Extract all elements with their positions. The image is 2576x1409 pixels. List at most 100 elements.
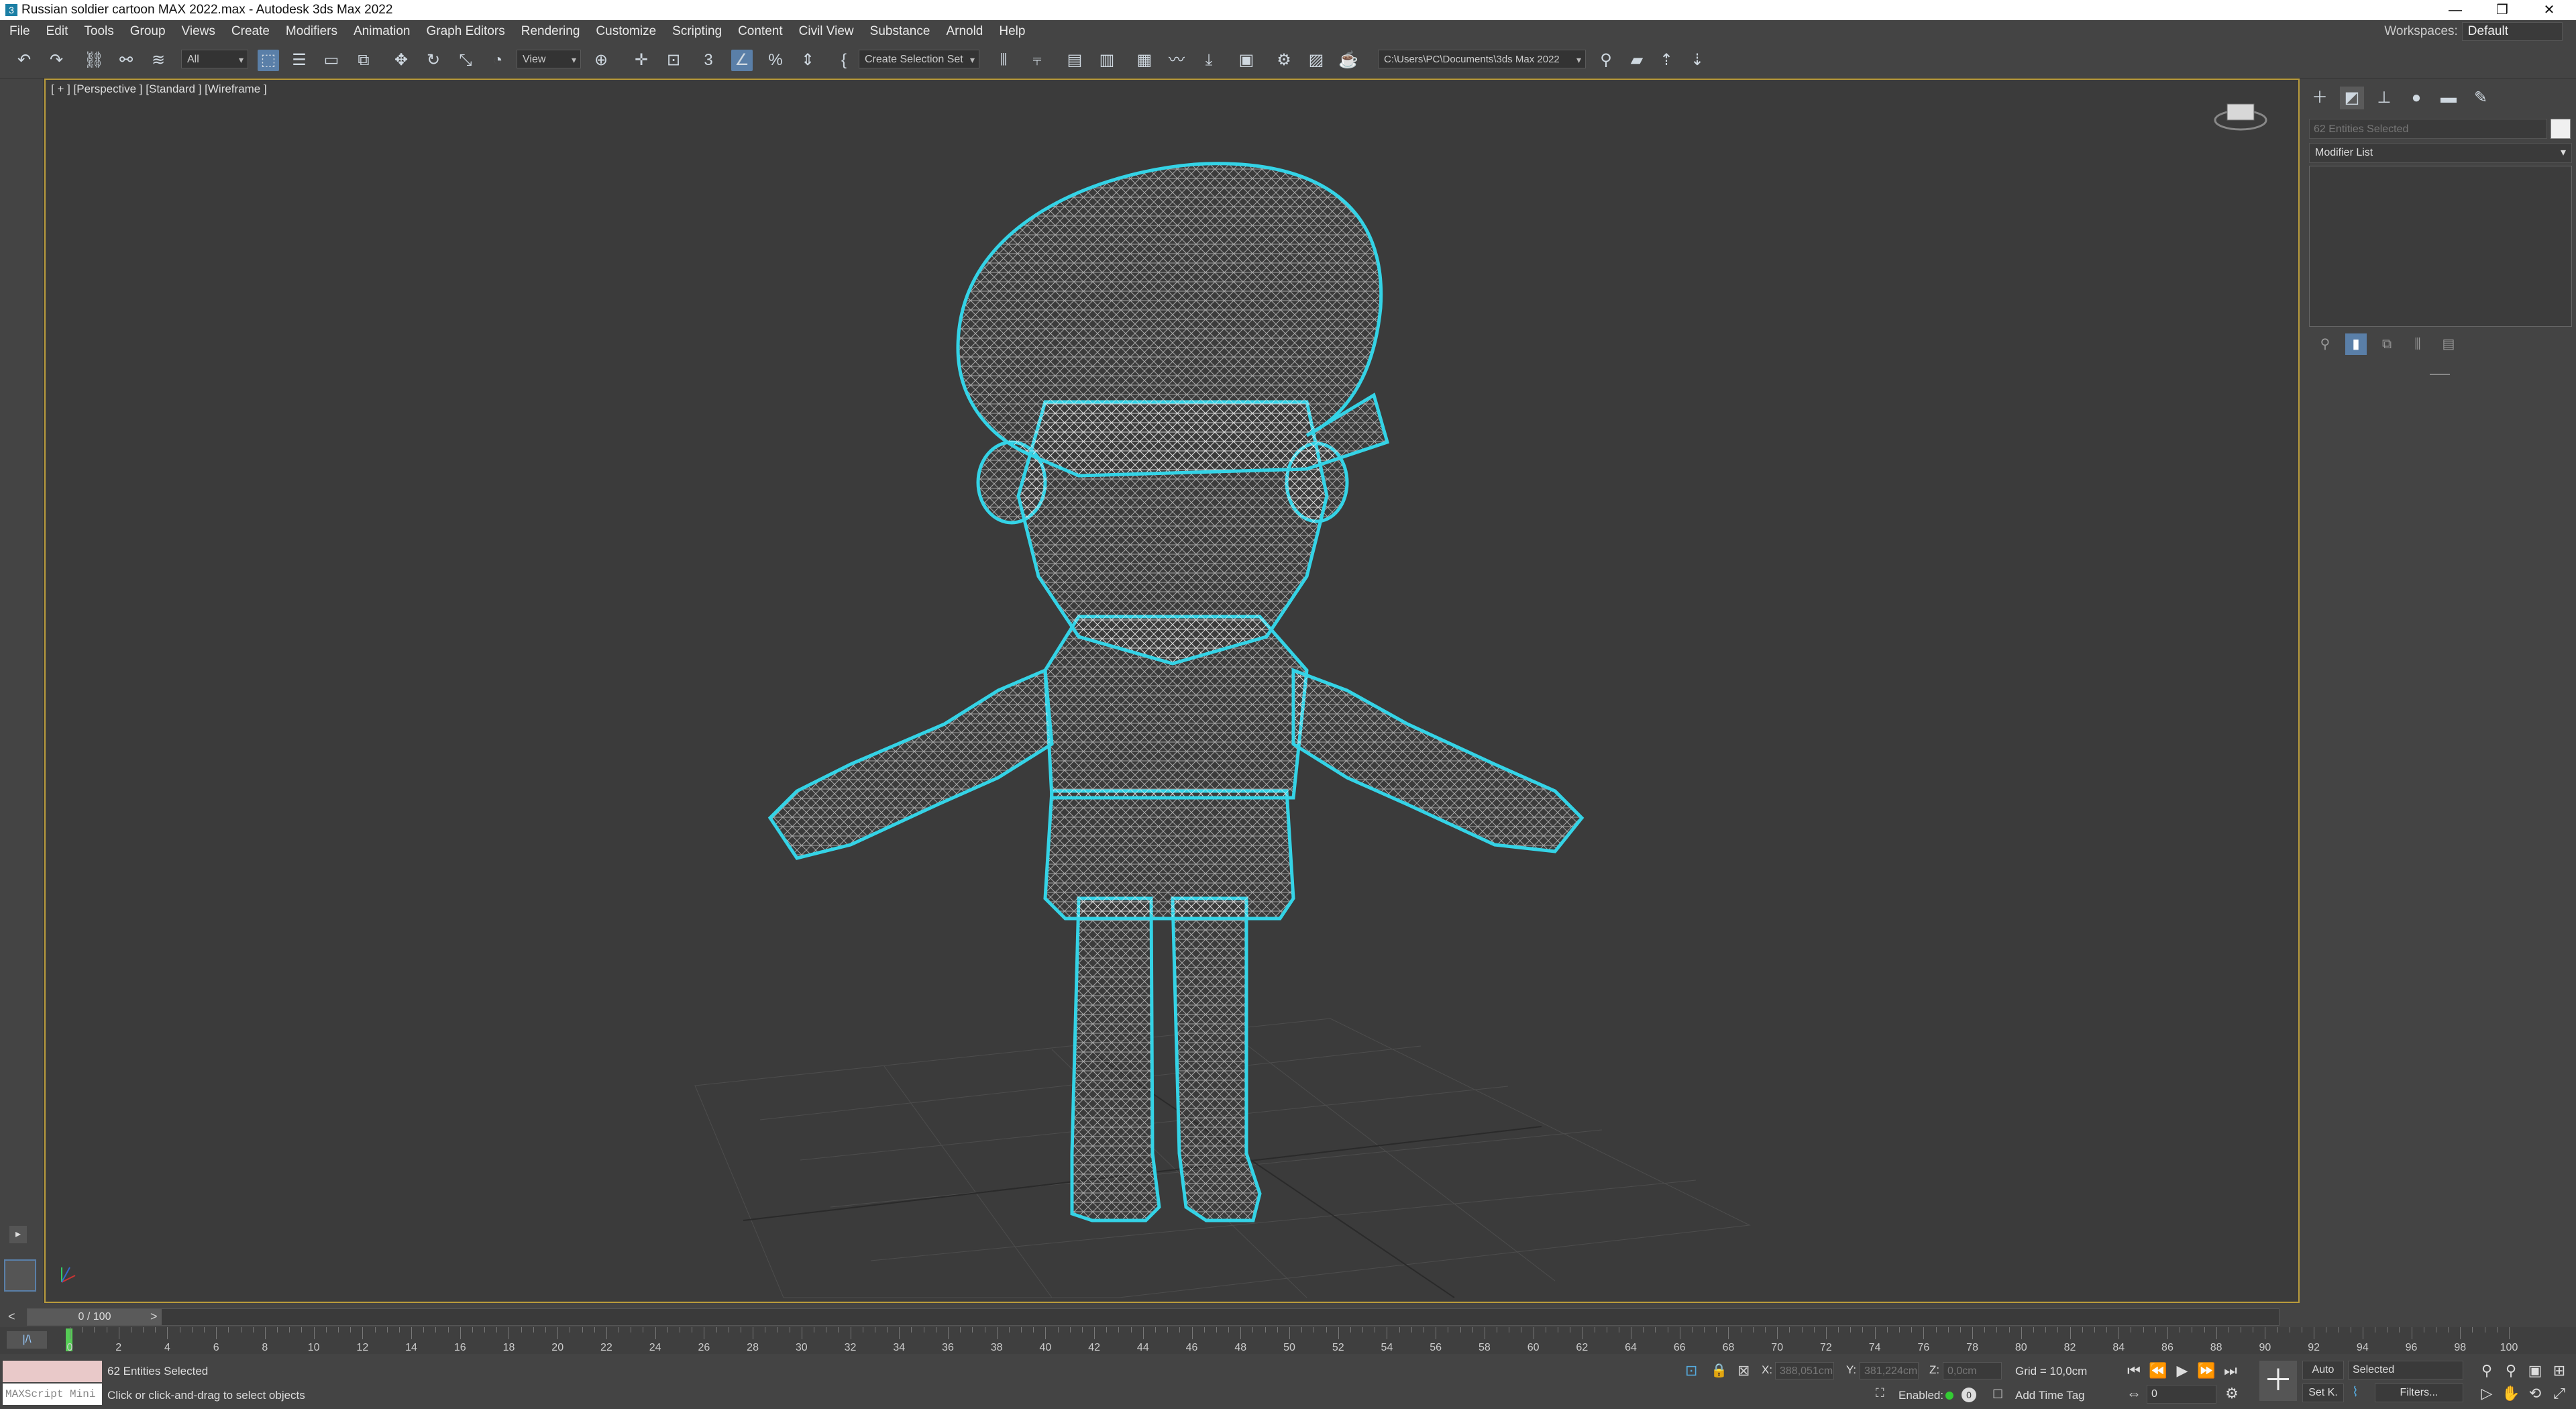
layer-explorer-icon[interactable]: ▥ (1096, 50, 1118, 71)
time-tag-icon[interactable]: ☐ (1992, 1388, 2007, 1402)
rectangular-selection-icon[interactable]: ▭ (321, 50, 342, 71)
align-icon[interactable]: ⫧ (1026, 50, 1048, 71)
utilities-tab-icon[interactable]: ✎ (2469, 87, 2493, 109)
curve-editor-icon[interactable]: 〰 (1166, 50, 1187, 71)
isolate-selection-icon[interactable]: ⊡ (1685, 1362, 1701, 1379)
x-coord-field[interactable]: 388,051cm (1775, 1362, 1834, 1379)
rendered-frame-window-icon[interactable]: ▨ (1305, 50, 1327, 71)
window-crossing-icon[interactable]: ⧉ (353, 50, 374, 71)
auto-key-button[interactable]: Auto (2302, 1361, 2344, 1379)
key-mode-toggle-icon[interactable]: ⇔ (2124, 1384, 2144, 1404)
menu-content[interactable]: Content (730, 20, 791, 43)
remove-modifier-icon[interactable]: ⫼ (2407, 333, 2428, 355)
panel-resize-handle[interactable] (2430, 374, 2450, 375)
placement-icon[interactable]: ◔ (487, 50, 508, 71)
edit-named-selection-icon[interactable]: { (833, 50, 855, 71)
redo-icon[interactable]: ↷ (46, 50, 67, 71)
restore-button[interactable]: ❐ (2489, 0, 2516, 20)
maximize-viewport-icon[interactable]: ⤢ (2549, 1384, 2569, 1404)
create-tab-icon[interactable]: ＋ (2308, 87, 2332, 109)
set-project-folder-icon[interactable]: ⚲ (1595, 50, 1617, 71)
select-and-link-icon[interactable]: ⛓ (83, 50, 105, 71)
modifier-stack[interactable] (2309, 166, 2572, 327)
default-in-out-tangent-icon[interactable]: ⌇ (2352, 1384, 2369, 1402)
move-icon[interactable]: ✥ (390, 50, 412, 71)
selection-name-field[interactable]: 62 Entities Selected (2309, 119, 2547, 139)
pin-stack-icon[interactable]: ⚲ (2314, 333, 2336, 355)
named-selection-set-dropdown[interactable]: Create Selection Set (859, 50, 979, 69)
display-tab-icon[interactable]: ▬ (2436, 87, 2461, 109)
time-prev-icon[interactable]: < (8, 1310, 15, 1324)
unlink-icon[interactable]: ⚯ (115, 50, 137, 71)
open-folder-icon[interactable]: ▰ (1626, 50, 1648, 71)
zoom-extents-icon[interactable]: ▣ (2525, 1361, 2545, 1381)
goto-end-icon[interactable]: ⏭ (2220, 1361, 2241, 1381)
workspace-dropdown[interactable]: Default (2461, 22, 2563, 41)
add-time-tag[interactable]: Add Time Tag (2015, 1389, 2085, 1402)
perspective-viewport[interactable]: [ + ] [Perspective ] [Standard ] [Wirefr… (44, 79, 2300, 1303)
menu-modifiers[interactable]: Modifiers (278, 20, 345, 43)
mirror-icon[interactable]: ⫴ (993, 50, 1014, 71)
menu-animation[interactable]: Animation (345, 20, 419, 43)
selection-filter-dropdown[interactable]: All (181, 50, 248, 69)
set-key-icon[interactable]: ＋ (2259, 1361, 2297, 1401)
folder-up-icon[interactable]: ⇡ (1656, 50, 1677, 71)
bind-space-warp-icon[interactable]: ≋ (148, 50, 169, 71)
menu-rendering[interactable]: Rendering (513, 20, 588, 43)
menu-customize[interactable]: Customize (588, 20, 664, 43)
selection-lock-icon[interactable]: 🔒 (1711, 1362, 1727, 1378)
key-filters-button[interactable]: Filters... (2375, 1384, 2463, 1402)
menu-create[interactable]: Create (223, 20, 278, 43)
make-unique-icon[interactable]: ⧉ (2376, 333, 2398, 355)
y-coord-field[interactable]: 381,224cm (1860, 1362, 1919, 1379)
select-manipulate-icon[interactable]: ✛ (631, 50, 652, 71)
menu-file[interactable]: File (1, 20, 38, 43)
folder-down-icon[interactable]: ⇣ (1686, 50, 1708, 71)
object-color-swatch[interactable] (2551, 119, 2571, 139)
time-next-icon[interactable]: > (150, 1310, 158, 1324)
render-production-icon[interactable]: ☕ (1338, 50, 1359, 71)
toggle-ribbon-icon[interactable]: ▦ (1134, 50, 1155, 71)
expand-strip-icon[interactable]: ▸ (9, 1226, 27, 1243)
configure-modifier-sets-icon[interactable]: ▤ (2438, 333, 2459, 355)
undo-icon[interactable]: ↶ (13, 50, 35, 71)
adaptive-degradation-icon[interactable]: ⛶ (1876, 1386, 1892, 1402)
menu-graph-editors[interactable]: Graph Editors (419, 20, 513, 43)
menu-civil-view[interactable]: Civil View (791, 20, 862, 43)
maxscript-listener[interactable]: MAXScript Mini (3, 1361, 102, 1405)
next-frame-icon[interactable]: ⏩ (2196, 1361, 2216, 1381)
menu-edit[interactable]: Edit (38, 20, 76, 43)
viewport-layout-tab[interactable] (4, 1259, 36, 1292)
close-button[interactable]: ✕ (2536, 0, 2563, 20)
field-of-view-icon[interactable]: ▷ (2477, 1384, 2497, 1404)
z-coord-field[interactable]: 0,0cm (1943, 1362, 2002, 1379)
motion-tab-icon[interactable]: ● (2404, 87, 2428, 109)
key-filter-dropdown[interactable]: Selected (2348, 1361, 2463, 1379)
rotate-icon[interactable]: ↻ (423, 50, 444, 71)
zoom-icon[interactable]: ⚲ (2477, 1361, 2497, 1381)
menu-group[interactable]: Group (122, 20, 174, 43)
goto-start-icon[interactable]: ⏮ (2124, 1361, 2144, 1381)
keyboard-shortcut-toggle-icon[interactable]: ⊡ (663, 50, 684, 71)
select-by-name-icon[interactable]: ☰ (288, 50, 310, 71)
reference-coordinate-dropdown[interactable]: View (517, 50, 581, 69)
time-slider-thumb[interactable]: 0 / 100 (28, 1309, 162, 1325)
play-icon[interactable]: ▶ (2172, 1361, 2192, 1381)
maxscript-mini-input[interactable]: MAXScript Mini (3, 1384, 102, 1405)
scene-explorer-icon[interactable]: ▤ (1064, 50, 1085, 71)
current-frame-field[interactable]: 0 (2147, 1385, 2216, 1404)
menu-arnold[interactable]: Arnold (938, 20, 991, 43)
hierarchy-tab-icon[interactable]: ⊥ (2372, 87, 2396, 109)
snaps-toggle-icon[interactable]: 3 (698, 50, 719, 71)
show-end-result-icon[interactable]: ▮ (2345, 333, 2367, 355)
minimize-button[interactable]: — (2442, 0, 2469, 20)
menu-views[interactable]: Views (174, 20, 223, 43)
set-key-button[interactable]: Set K. (2302, 1384, 2344, 1402)
absolute-mode-icon[interactable]: ⊠ (1737, 1362, 1754, 1379)
time-configuration-icon[interactable]: ⚙ (2222, 1384, 2242, 1404)
percent-snap-icon[interactable]: % (765, 50, 786, 71)
time-config-icon[interactable]: 0 (1962, 1388, 1976, 1402)
pivot-center-icon[interactable]: ⊕ (590, 50, 612, 71)
modifier-list-dropdown[interactable]: Modifier List (2309, 143, 2572, 163)
select-object-icon[interactable]: ⬚ (258, 50, 279, 71)
